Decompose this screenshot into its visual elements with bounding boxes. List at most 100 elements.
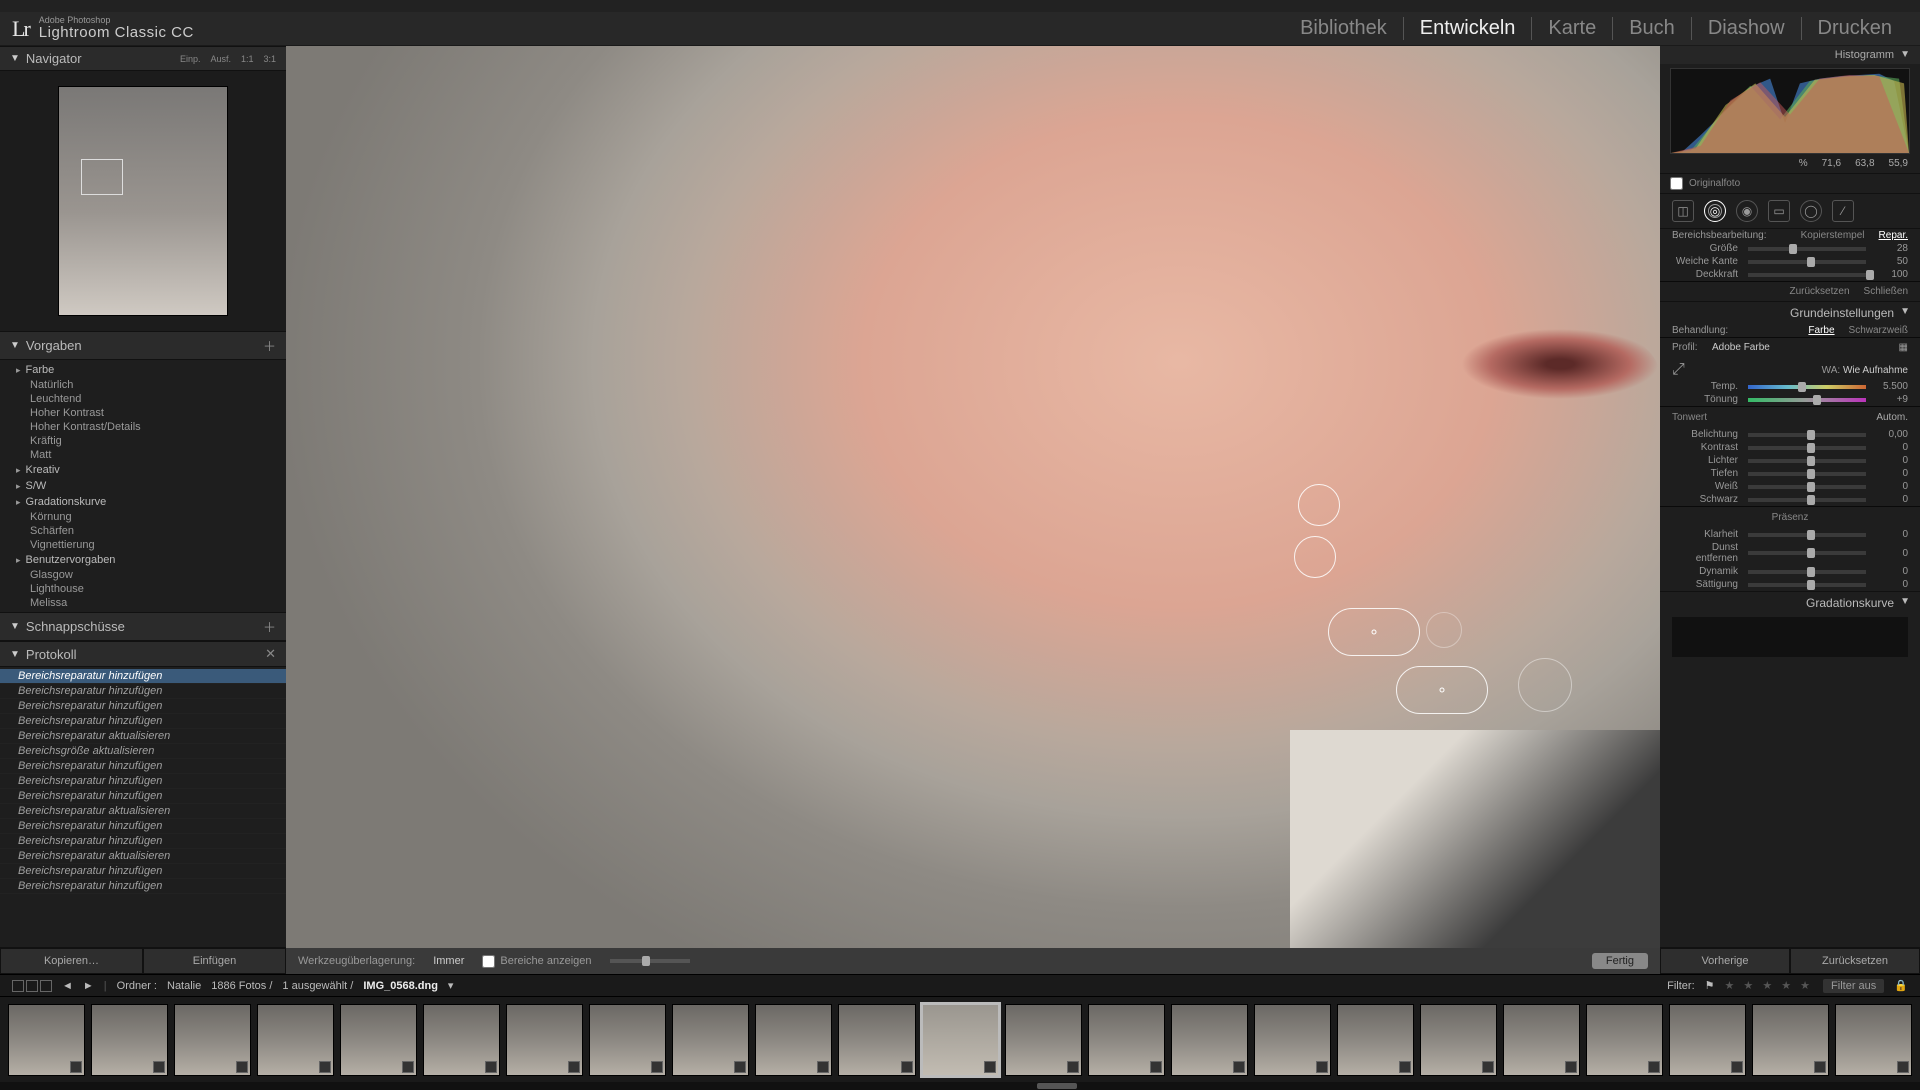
module-drucken[interactable]: Drucken (1802, 17, 1908, 40)
overlay-value[interactable]: Immer (433, 955, 464, 967)
preset-item[interactable]: Vignettierung (0, 538, 286, 552)
preset-item[interactable]: Melissa (0, 596, 286, 610)
module-entwickeln[interactable]: Entwickeln (1404, 17, 1533, 40)
slider-row[interactable]: Temp.5.500 (1660, 380, 1920, 393)
presets-header[interactable]: ▼ Vorgaben ＋ (0, 331, 286, 360)
preset-item[interactable]: Körnung (0, 510, 286, 524)
slider-row[interactable]: Deckkraft100 (1660, 268, 1920, 281)
previous-button[interactable]: Vorherige (1660, 948, 1790, 974)
preset-item[interactable]: Glasgow (0, 568, 286, 582)
protocol-header[interactable]: ▼ Protokoll ✕ (0, 641, 286, 667)
radial-filter-icon[interactable]: ◯ (1800, 200, 1822, 222)
history-step[interactable]: Bereichsreparatur hinzufügen (0, 684, 286, 699)
original-photo-toggle[interactable]: Originalfoto (1660, 173, 1920, 194)
slider-row[interactable]: Klarheit0 (1660, 528, 1920, 541)
view-mode-icons[interactable] (12, 980, 52, 992)
slider-row[interactable]: Dunst entfernen0 (1660, 541, 1920, 565)
slider-row[interactable]: Dynamik0 (1660, 565, 1920, 578)
filmstrip-thumb[interactable] (8, 1004, 85, 1076)
photo-canvas[interactable] (286, 46, 1660, 948)
forward-icon[interactable]: ► (83, 980, 94, 992)
filmstrip-thumb[interactable] (1420, 1004, 1497, 1076)
snapshots-header[interactable]: ▼ Schnappschüsse ＋ (0, 612, 286, 641)
filmstrip-thumb[interactable] (672, 1004, 749, 1076)
preset-item[interactable]: Natürlich (0, 378, 286, 392)
slider-row[interactable]: Tönung+9 (1660, 393, 1920, 406)
rating-stars[interactable]: ★ ★ ★ ★ ★ (1725, 979, 1814, 992)
slider-row[interactable]: Weiche Kante50 (1660, 255, 1920, 268)
filmstrip-thumb[interactable] (423, 1004, 500, 1076)
slider-row[interactable]: Größe28 (1660, 242, 1920, 255)
preset-group[interactable]: ▸Gradationskurve (0, 494, 286, 510)
filmstrip-thumb[interactable] (1005, 1004, 1082, 1076)
basic-header[interactable]: Grundeinstellungen▼ (1660, 302, 1920, 324)
history-step[interactable]: Bereichsreparatur hinzufügen (0, 759, 286, 774)
filmstrip-thumb[interactable] (589, 1004, 666, 1076)
filmstrip-thumb[interactable] (1337, 1004, 1414, 1076)
spot-removal-tool-icon[interactable]: ◎ (1704, 200, 1726, 222)
filmstrip-thumb[interactable] (1503, 1004, 1580, 1076)
filmstrip-thumb[interactable] (174, 1004, 251, 1076)
filmstrip-thumb[interactable] (340, 1004, 417, 1076)
lock-icon[interactable]: 🔒 (1894, 979, 1908, 992)
history-step[interactable]: Bereichsreparatur hinzufügen (0, 834, 286, 849)
filmstrip-thumb[interactable] (922, 1004, 999, 1076)
history-step[interactable]: Bereichsreparatur aktualisieren (0, 729, 286, 744)
slider-row[interactable]: Kontrast0 (1660, 441, 1920, 454)
paste-button[interactable]: Einfügen (143, 948, 286, 974)
preset-item[interactable]: Lighthouse (0, 582, 286, 596)
preset-group[interactable]: ▸Farbe (0, 362, 286, 378)
history-step[interactable]: Bereichsreparatur hinzufügen (0, 864, 286, 879)
reset-button[interactable]: Zurücksetzen (1790, 948, 1920, 974)
filmstrip-thumb[interactable] (1586, 1004, 1663, 1076)
slider-row[interactable]: Lichter0 (1660, 454, 1920, 467)
crop-tool-icon[interactable]: ◫ (1672, 200, 1694, 222)
eyedropper-icon[interactable]: ⤢ (1672, 361, 1685, 379)
module-diashow[interactable]: Diashow (1692, 17, 1802, 40)
graduated-filter-icon[interactable]: ▭ (1768, 200, 1790, 222)
history-step[interactable]: Bereichsreparatur hinzufügen (0, 774, 286, 789)
filmstrip-thumb[interactable] (1669, 1004, 1746, 1076)
show-areas-checkbox[interactable]: Bereiche anzeigen (482, 955, 591, 968)
filmstrip-scrollbar[interactable] (0, 1082, 1920, 1090)
filter-off-badge[interactable]: Filter aus (1823, 979, 1884, 993)
module-bibliothek[interactable]: Bibliothek (1284, 17, 1404, 40)
preset-item[interactable]: Kräftig (0, 434, 286, 448)
preset-item[interactable]: Matt (0, 448, 286, 462)
flag-icon[interactable]: ⚑ (1705, 979, 1715, 992)
filmstrip-thumb[interactable] (1254, 1004, 1331, 1076)
current-file[interactable]: IMG_0568.dng (363, 980, 438, 992)
histogram[interactable] (1670, 68, 1910, 154)
slider-row[interactable]: Tiefen0 (1660, 467, 1920, 480)
tone-curve[interactable] (1672, 617, 1908, 657)
history-step[interactable]: Bereichsreparatur hinzufügen (0, 714, 286, 729)
navigator-preview[interactable] (0, 71, 286, 331)
preset-item[interactable]: Hoher Kontrast (0, 406, 286, 420)
filmstrip-thumb[interactable] (1752, 1004, 1829, 1076)
preset-group[interactable]: ▸Kreativ (0, 462, 286, 478)
filmstrip-thumb[interactable] (1171, 1004, 1248, 1076)
history-step[interactable]: Bereichsreparatur aktualisieren (0, 849, 286, 864)
history-step[interactable]: Bereichsgröße aktualisieren (0, 744, 286, 759)
done-button[interactable]: Fertig (1592, 953, 1648, 969)
filmstrip-thumb[interactable] (91, 1004, 168, 1076)
grid-icon[interactable]: ▦ (1899, 342, 1908, 353)
preset-group[interactable]: ▸Benutzervorgaben (0, 552, 286, 568)
history-step[interactable]: Bereichsreparatur hinzufügen (0, 819, 286, 834)
history-step[interactable]: Bereichsreparatur hinzufügen (0, 879, 286, 894)
plus-icon[interactable]: ＋ (263, 617, 276, 636)
history-step[interactable]: Bereichsreparatur aktualisieren (0, 804, 286, 819)
copy-button[interactable]: Kopieren… (0, 948, 143, 974)
navigator-header[interactable]: ▼ Navigator Einp.Ausf.1:13:1 (0, 46, 286, 71)
preset-item[interactable]: Leuchtend (0, 392, 286, 406)
slider-row[interactable]: Sättigung0 (1660, 578, 1920, 591)
back-icon[interactable]: ◄ (62, 980, 73, 992)
redeye-tool-icon[interactable]: ◉ (1736, 200, 1758, 222)
slider-row[interactable]: Schwarz0 (1660, 493, 1920, 506)
filmstrip[interactable] (0, 996, 1920, 1082)
history-step[interactable]: Bereichsreparatur hinzufügen (0, 669, 286, 684)
slider-row[interactable]: Weiß0 (1660, 480, 1920, 493)
filmstrip-thumb[interactable] (1088, 1004, 1165, 1076)
module-buch[interactable]: Buch (1613, 17, 1692, 40)
preset-group[interactable]: ▸S/W (0, 478, 286, 494)
